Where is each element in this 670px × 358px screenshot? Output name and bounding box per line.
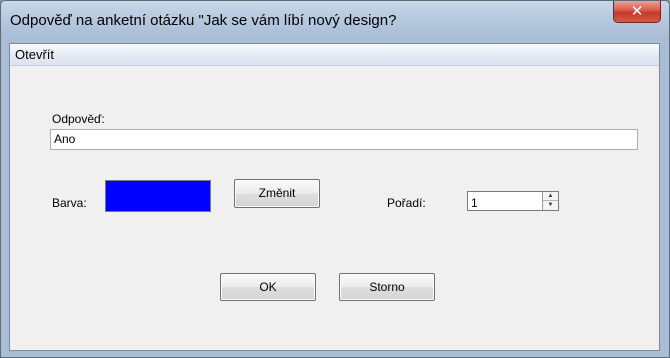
menu-bar: Otevřít [10,44,659,66]
answer-input[interactable]: Ano [50,129,638,150]
color-swatch [105,180,211,212]
color-label: Barva: [52,196,87,210]
spin-down-icon[interactable]: ▼ [543,201,558,210]
order-label: Pořadí: [387,196,426,210]
cancel-button[interactable]: Storno [339,273,435,301]
order-value[interactable]: 1 [471,196,478,210]
spinner-buttons: ▲ ▼ [542,192,558,210]
spin-up-icon[interactable]: ▲ [543,192,558,201]
close-button[interactable]: ✕ [613,1,661,23]
answer-label: Odpověď: [52,112,105,126]
menu-item-open[interactable]: Otevřít [13,47,56,62]
dialog-client-area: Otevřít Odpověď: Ano Barva: Změnit Pořad… [9,43,660,351]
close-icon: ✕ [630,2,644,20]
window-title: Odpověď na anketní otázku "Jak se vám lí… [10,12,397,29]
change-color-button[interactable]: Změnit [234,179,320,208]
order-spinner[interactable]: 1 ▲ ▼ [467,191,559,211]
dialog-window: Odpověď na anketní otázku "Jak se vám lí… [0,0,670,358]
ok-button[interactable]: OK [220,273,316,301]
title-bar[interactable]: Odpověď na anketní otázku "Jak se vám lí… [1,1,669,39]
